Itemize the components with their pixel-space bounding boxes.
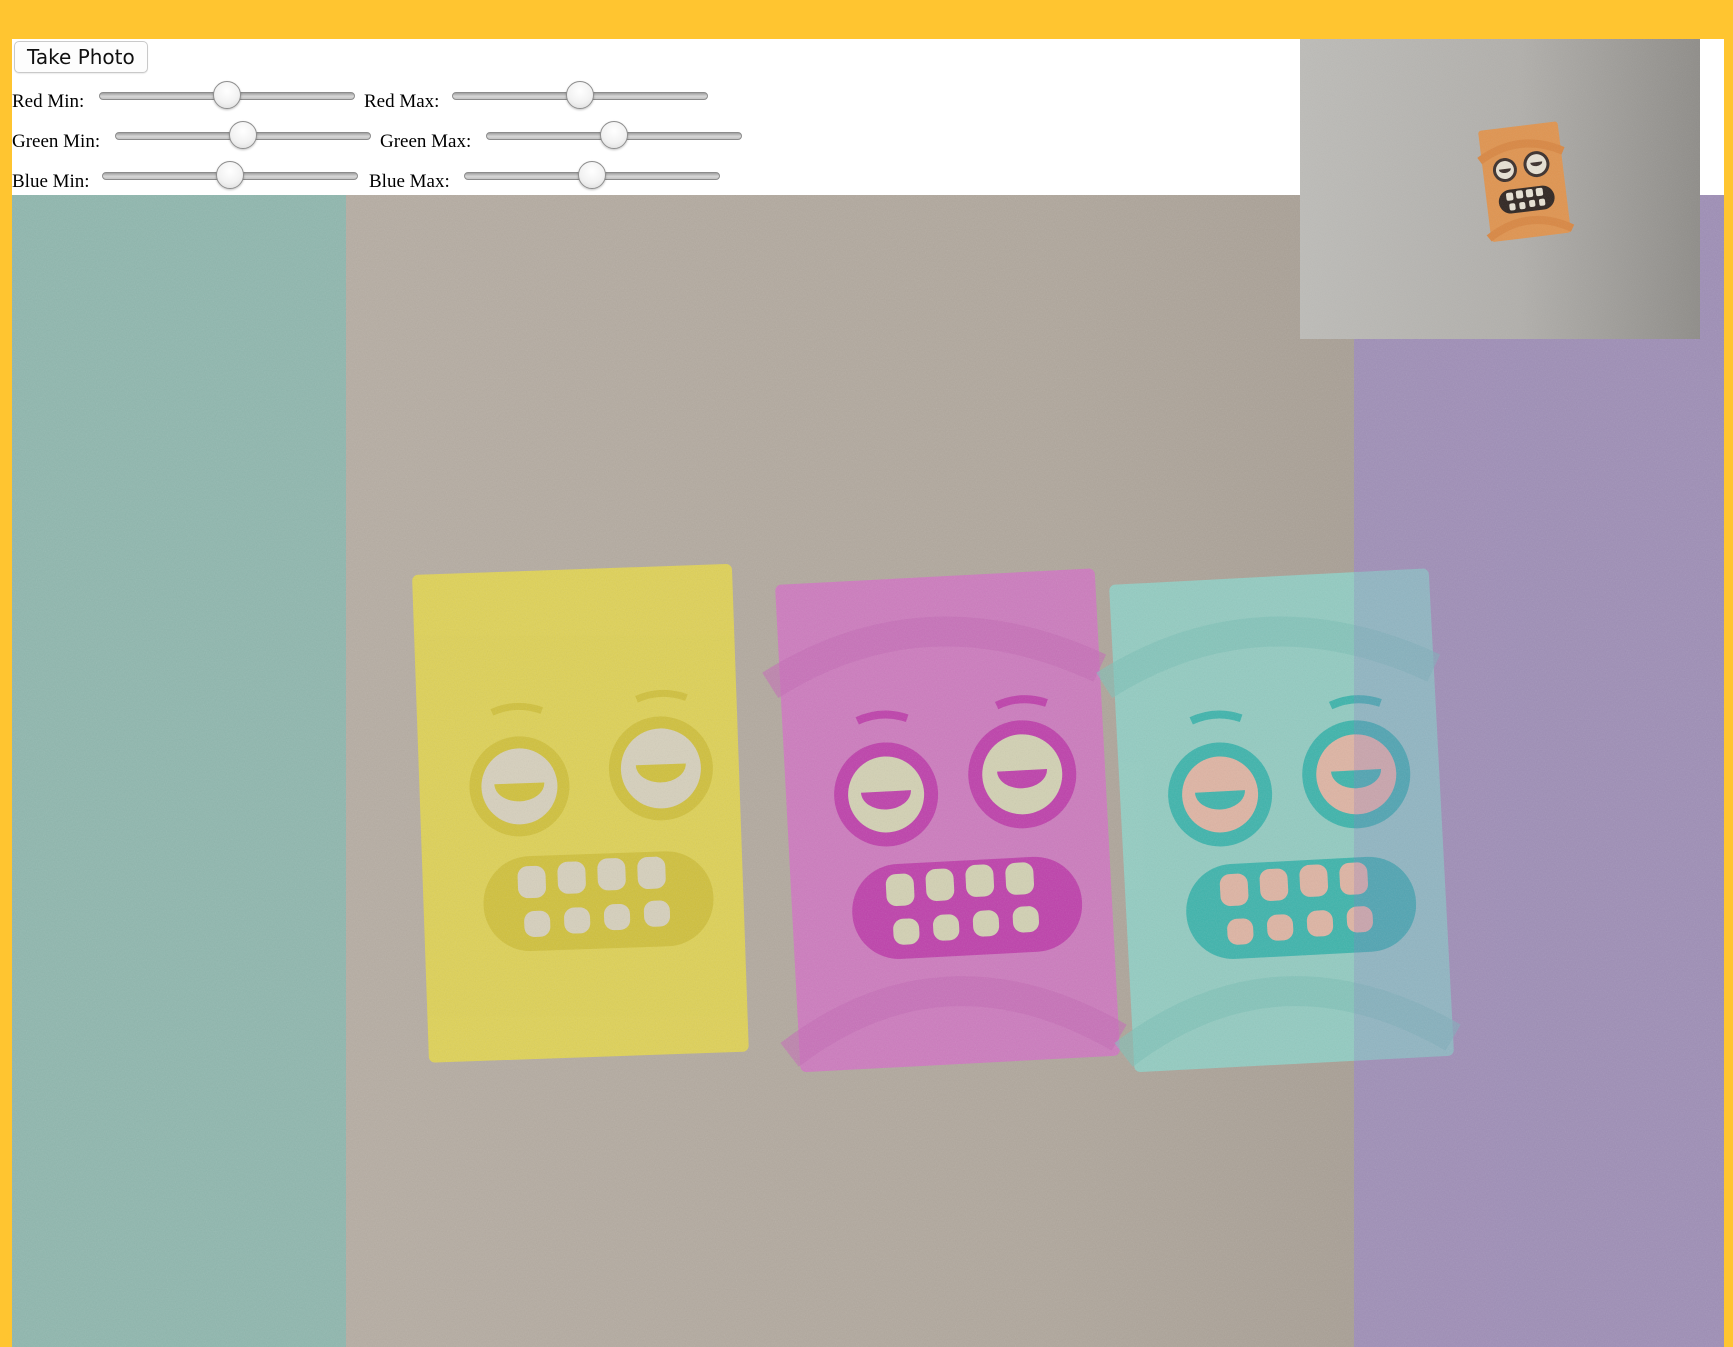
red-max-thumb[interactable] <box>566 81 594 109</box>
preview-texture <box>1300 39 1700 339</box>
red-min-label: Red Min: <box>12 91 85 112</box>
take-photo-button[interactable]: Take Photo <box>14 41 148 73</box>
camera-preview-image <box>1300 39 1700 339</box>
green-max-slider[interactable] <box>486 121 742 150</box>
camera-preview <box>1300 39 1700 339</box>
red-min-slider[interactable] <box>99 81 355 110</box>
red-max-label: Red Max: <box>364 91 440 112</box>
blue-max-thumb[interactable] <box>578 161 606 189</box>
blue-min-slider[interactable] <box>102 161 358 190</box>
blue-max-label: Blue Max: <box>369 171 450 192</box>
red-max-slider[interactable] <box>452 81 708 110</box>
green-min-label: Green Min: <box>12 131 101 152</box>
blue-min-thumb[interactable] <box>216 161 244 189</box>
red-min-thumb[interactable] <box>213 81 241 109</box>
green-max-label: Green Max: <box>380 131 472 152</box>
controls-area: Take Photo Red Min: Red Max: Green Min: … <box>12 39 1302 195</box>
green-min-thumb[interactable] <box>229 121 257 149</box>
blue-min-label: Blue Min: <box>12 171 90 192</box>
wall-texture <box>12 195 1724 1347</box>
green-max-thumb[interactable] <box>600 121 628 149</box>
blue-max-slider[interactable] <box>464 161 720 190</box>
processed-image <box>12 195 1724 1347</box>
app-panel: Take Photo Red Min: Red Max: Green Min: … <box>12 39 1724 1347</box>
processed-image-canvas <box>12 195 1724 1347</box>
green-min-slider[interactable] <box>115 121 371 150</box>
